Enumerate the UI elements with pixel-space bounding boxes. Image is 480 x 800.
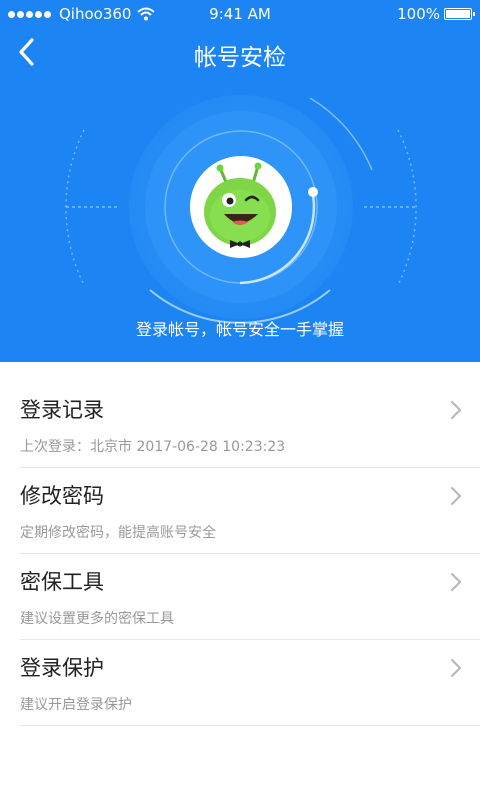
nav-bar: 帐号安检: [0, 28, 480, 76]
hero-caption: 登录帐号，帐号安全一手掌握: [135, 320, 344, 339]
list-item-change-password[interactable]: 修改密码 定期修改密码，能提高账号安全: [20, 468, 480, 554]
battery-percent: 100%: [397, 5, 440, 23]
list-item-security-tools[interactable]: 密保工具 建议设置更多的密保工具: [20, 554, 480, 640]
battery-icon: [444, 8, 475, 20]
item-subtitle: 建议开启登录保护: [20, 697, 132, 713]
item-title: 登录保护: [20, 656, 104, 680]
item-title: 修改密码: [20, 484, 104, 508]
item-subtitle: 上次登录：北京市 2017-06-28 10:23:23: [20, 439, 286, 455]
item-subtitle: 建议设置更多的密保工具: [20, 611, 174, 627]
chevron-right-icon: [451, 659, 461, 677]
chevron-right-icon: [451, 487, 461, 505]
status-right: 100%: [397, 5, 475, 23]
list-item-login-protection[interactable]: 登录保护 建议开启登录保护: [20, 640, 480, 726]
divider: [20, 725, 480, 726]
page-title: 帐号安检: [194, 45, 286, 71]
status-bar: Qihoo360 9:41 AM 100%: [0, 0, 480, 28]
hero-banner: Qihoo360 9:41 AM 100% 帐号安检 登录帐号，帐号安全一手掌握: [0, 0, 480, 362]
avatar[interactable]: [190, 156, 292, 258]
green-mascot-avatar-icon: [190, 156, 292, 258]
security-list: 登录记录 上次登录：北京市 2017-06-28 10:23:23 修改密码 定…: [0, 382, 480, 726]
list-item-login-records[interactable]: 登录记录 上次登录：北京市 2017-06-28 10:23:23: [20, 382, 480, 468]
item-title: 密保工具: [20, 570, 104, 594]
item-title: 登录记录: [20, 398, 104, 422]
item-subtitle: 定期修改密码，能提高账号安全: [20, 525, 216, 541]
chevron-right-icon: [451, 573, 461, 591]
chevron-right-icon: [451, 401, 461, 419]
